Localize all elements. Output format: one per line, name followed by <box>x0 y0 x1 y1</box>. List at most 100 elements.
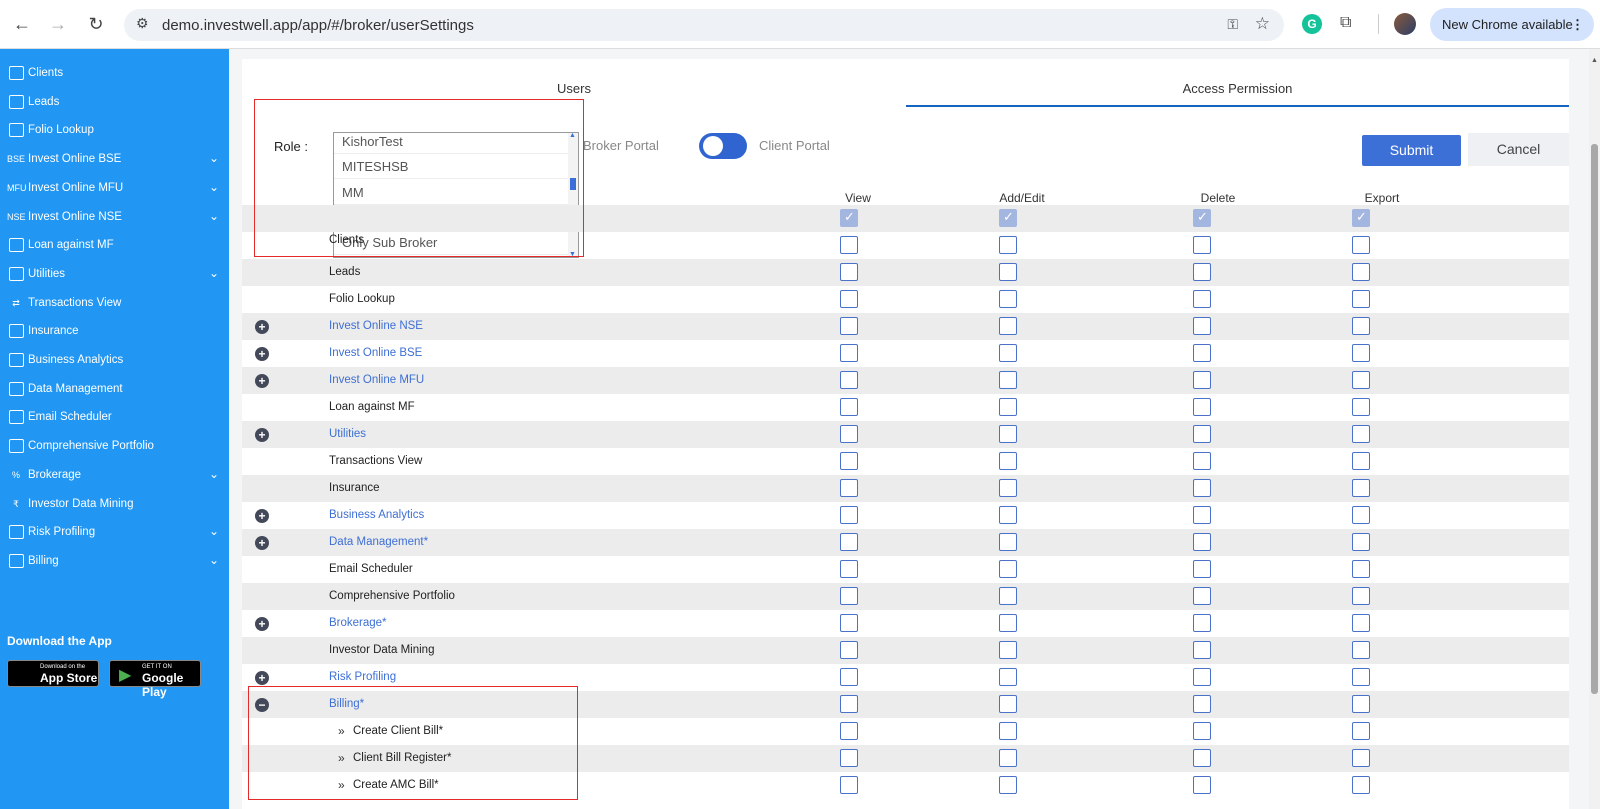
new-chrome-button[interactable]: New Chrome available ⋮ <box>1430 8 1594 41</box>
url-text[interactable]: demo.investwell.app/app/#/broker/userSet… <box>162 17 474 34</box>
chevron-down-icon[interactable]: ⌄ <box>209 151 219 165</box>
checkbox-view[interactable] <box>840 749 858 767</box>
checkbox-addedit[interactable] <box>999 560 1017 578</box>
checkbox-delete[interactable] <box>1193 506 1211 524</box>
checkbox-view[interactable] <box>840 641 858 659</box>
checkbox-delete[interactable] <box>1193 695 1211 713</box>
checkbox-export[interactable] <box>1352 263 1370 281</box>
checkbox-addedit[interactable] <box>999 479 1017 497</box>
password-key-icon[interactable]: ⚿ <box>1227 16 1238 33</box>
checkbox-export[interactable] <box>1352 722 1370 740</box>
profile-avatar[interactable] <box>1394 13 1416 35</box>
bookmark-star-icon[interactable]: ☆ <box>1255 14 1270 34</box>
expand-icon[interactable]: + <box>255 536 269 550</box>
address-bar[interactable]: ⚙ demo.investwell.app/app/#/broker/userS… <box>124 9 1284 41</box>
chevron-down-icon[interactable]: ⌄ <box>209 180 219 194</box>
checkbox-delete[interactable] <box>1193 263 1211 281</box>
checkbox-view[interactable] <box>840 317 858 335</box>
collapse-icon[interactable]: − <box>255 698 269 712</box>
role-scroll-thumb[interactable] <box>570 178 576 190</box>
checkbox-export[interactable] <box>1352 668 1370 686</box>
checkbox-addedit[interactable] <box>999 506 1017 524</box>
checkbox-view[interactable] <box>840 722 858 740</box>
checkbox-export[interactable] <box>1352 425 1370 443</box>
checkbox-export[interactable] <box>1352 695 1370 713</box>
expand-icon[interactable]: + <box>255 509 269 523</box>
extensions-icon[interactable]: ⧉ <box>1340 14 1360 34</box>
expand-icon[interactable]: + <box>255 320 269 334</box>
expand-icon[interactable]: + <box>255 347 269 361</box>
checkbox-delete[interactable] <box>1193 533 1211 551</box>
sidebar-item[interactable]: BSE Invest Online BSE ⌄ <box>0 145 229 174</box>
checkbox-view[interactable] <box>840 587 858 605</box>
checkbox-addedit[interactable] <box>999 209 1017 227</box>
checkbox-addedit[interactable] <box>999 614 1017 632</box>
checkbox-addedit[interactable] <box>999 641 1017 659</box>
checkbox-export[interactable] <box>1352 614 1370 632</box>
checkbox-view[interactable] <box>840 398 858 416</box>
checkbox-view[interactable] <box>840 371 858 389</box>
checkbox-addedit[interactable] <box>999 749 1017 767</box>
row-label[interactable]: Invest Online NSE <box>329 320 423 332</box>
checkbox-export[interactable] <box>1352 749 1370 767</box>
submit-button[interactable]: Submit <box>1362 135 1461 166</box>
sidebar-item[interactable]: Utilities ⌄ <box>0 260 229 289</box>
role-option[interactable]: MITESHSB <box>334 154 568 180</box>
checkbox-view[interactable] <box>840 452 858 470</box>
row-label[interactable]: Data Management* <box>329 536 428 548</box>
page-scroll-up-icon[interactable]: ▲ <box>1591 57 1598 64</box>
scroll-up-icon[interactable]: ▲ <box>569 133 576 139</box>
checkbox-view[interactable] <box>840 263 858 281</box>
checkbox-addedit[interactable] <box>999 452 1017 470</box>
checkbox-view[interactable] <box>840 533 858 551</box>
checkbox-view[interactable] <box>840 290 858 308</box>
sidebar-item[interactable]: Comprehensive Portfolio <box>0 432 229 461</box>
expand-icon[interactable]: + <box>255 671 269 685</box>
sidebar-item[interactable]: Insurance <box>0 317 229 346</box>
checkbox-addedit[interactable] <box>999 695 1017 713</box>
row-label[interactable]: Invest Online BSE <box>329 347 422 359</box>
page-scrollbar[interactable]: ▲ <box>1589 49 1600 809</box>
checkbox-export[interactable] <box>1352 317 1370 335</box>
menu-dots-icon[interactable]: ⋮ <box>1571 8 1584 41</box>
sidebar-item[interactable]: NSE Invest Online NSE ⌄ <box>0 203 229 232</box>
checkbox-delete[interactable] <box>1193 614 1211 632</box>
sidebar-item[interactable]: Email Scheduler <box>0 403 229 432</box>
checkbox-delete[interactable] <box>1193 776 1211 794</box>
checkbox-addedit[interactable] <box>999 587 1017 605</box>
checkbox-delete[interactable] <box>1193 425 1211 443</box>
checkbox-view[interactable] <box>840 506 858 524</box>
checkbox-view[interactable] <box>840 236 858 254</box>
tab-users[interactable]: Users <box>242 71 906 107</box>
sidebar-item[interactable]: Folio Lookup <box>0 116 229 145</box>
checkbox-export[interactable] <box>1352 479 1370 497</box>
expand-icon[interactable]: + <box>255 617 269 631</box>
checkbox-export[interactable] <box>1352 344 1370 362</box>
role-option[interactable]: MM <box>334 180 568 205</box>
checkbox-addedit[interactable] <box>999 344 1017 362</box>
checkbox-export[interactable] <box>1352 452 1370 470</box>
checkbox-delete[interactable] <box>1193 641 1211 659</box>
row-label[interactable]: Billing* <box>329 698 364 710</box>
reload-icon[interactable]: ↻ <box>84 12 108 36</box>
sidebar-item[interactable]: Risk Profiling ⌄ <box>0 518 229 547</box>
sidebar-item[interactable]: Clients <box>0 59 229 88</box>
expand-icon[interactable]: + <box>255 428 269 442</box>
checkbox-view[interactable] <box>840 668 858 686</box>
sidebar-item[interactable]: % Brokerage ⌄ <box>0 461 229 490</box>
checkbox-view[interactable] <box>840 479 858 497</box>
checkbox-export[interactable] <box>1352 506 1370 524</box>
checkbox-view[interactable] <box>840 425 858 443</box>
checkbox-view[interactable] <box>840 776 858 794</box>
row-label[interactable]: Utilities <box>329 428 366 440</box>
checkbox-delete[interactable] <box>1193 587 1211 605</box>
role-option[interactable]: KishorTest <box>334 133 568 154</box>
portal-toggle[interactable] <box>699 133 747 159</box>
checkbox-view[interactable] <box>840 695 858 713</box>
checkbox-export[interactable] <box>1352 533 1370 551</box>
checkbox-export[interactable] <box>1352 209 1370 227</box>
checkbox-delete[interactable] <box>1193 398 1211 416</box>
checkbox-delete[interactable] <box>1193 479 1211 497</box>
checkbox-addedit[interactable] <box>999 398 1017 416</box>
checkbox-addedit[interactable] <box>999 533 1017 551</box>
